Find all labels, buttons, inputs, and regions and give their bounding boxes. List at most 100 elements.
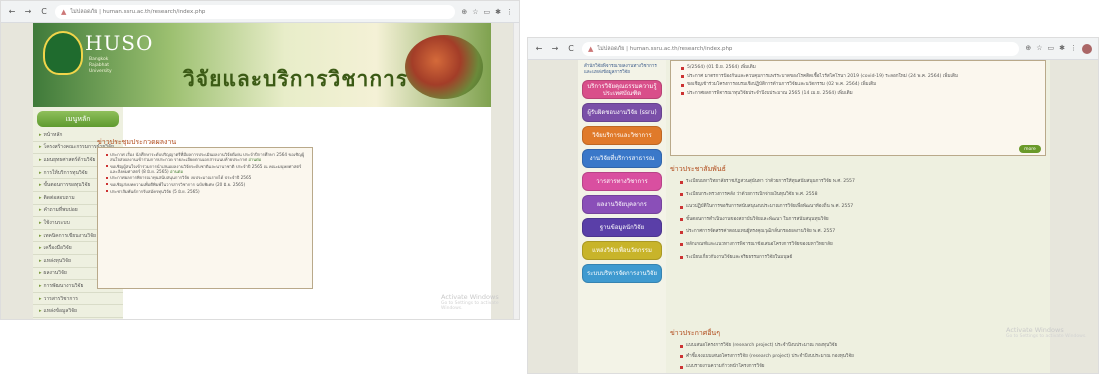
menu-button[interactable]: ผลงานวิจัยบุคลากร xyxy=(582,195,662,214)
news-text: ประกาศผลการพิจารณาทุนวิจัยประจำปีงบประมา… xyxy=(687,90,836,96)
news-item[interactable]: ประกาศผลการพิจารณาทุนวิจัยประจำปีงบประมา… xyxy=(681,91,1045,97)
news-text: ขอเชิญเข้าร่วมโครงการอบรมเชิงปฏิบัติการด… xyxy=(687,82,860,88)
activate-windows-watermark: Activate Windows Go to Settings to activ… xyxy=(1006,326,1087,339)
other-news-section: ข่าวประกาศอื่นๆ แบบเสนอโครงการวิจัย (res… xyxy=(670,328,1046,373)
watermark-subtitle: Go to Settings to activate Windows. xyxy=(441,301,499,311)
menu-button[interactable]: ระบบบริหารจัดการงานวิจัย xyxy=(582,264,662,283)
extension-icon[interactable]: ✱ xyxy=(1059,44,1065,54)
more-link[interactable]: เพิ่มเติม xyxy=(943,74,958,79)
reload-icon[interactable]: C xyxy=(39,7,49,17)
menu-button[interactable]: วิจัยบริการและวิชาการ xyxy=(582,126,662,145)
menu-item[interactable]: แหล่งข้อมูลวิจัย xyxy=(33,305,123,318)
star-icon[interactable]: ☆ xyxy=(1036,44,1042,54)
news-item[interactable]: ประกาศผลการพิจารณาทุนสนับสนุนการวิจัย งบ… xyxy=(106,175,307,180)
menu-button[interactable]: บริการวิจัยคุณธรรมความรู้ ประเทศบัณฑิต xyxy=(582,80,662,99)
news-item[interactable]: แบบรายงานความก้าวหน้าโครงการวิจัย xyxy=(680,364,1046,370)
more-link[interactable]: เพิ่มเติม xyxy=(837,91,852,96)
news-item[interactable]: ประกาศ มาตรการป้องกันและควบคุมการแพร่ระบ… xyxy=(681,74,1045,80)
address-bar[interactable]: ▲ ไม่ปลอดภัย | human.ssru.ac.th/research… xyxy=(582,41,1020,56)
more-button[interactable]: more xyxy=(1019,145,1041,153)
menu-icon[interactable]: ⋮ xyxy=(506,8,513,16)
news-text: ประกาศผลการพิจารณาทุนสนับสนุนการวิจัย งบ… xyxy=(110,175,252,181)
profile-avatar[interactable] xyxy=(1082,43,1092,54)
forward-icon[interactable]: → xyxy=(23,7,33,17)
warning-icon: ▲ xyxy=(588,44,594,53)
news-item[interactable]: 5/2564) (01 มิ.ย. 2564) เพิ่มเติม xyxy=(681,65,1045,71)
star-icon[interactable]: ☆ xyxy=(472,8,478,16)
announcement-item[interactable]: ประกาศการจัดสรรค่าตอบแทนผู้ทรงคุณวุฒิกลั… xyxy=(680,229,1046,235)
news-text: ขอเชิญส่งบทความเพื่อตีพิมพ์ในวารสารวิชาก… xyxy=(110,181,246,187)
warning-icon: ▲ xyxy=(61,7,67,16)
back-icon[interactable]: ← xyxy=(7,7,17,17)
news-item[interactable]: คำชี้แจงแบบเสนอโครงการวิจัย (research pr… xyxy=(680,354,1046,360)
zoom-icon[interactable]: ⊕ xyxy=(1025,44,1031,54)
reload-icon[interactable]: C xyxy=(566,44,576,54)
news-text: 5/2564) (01 มิ.ย. 2564) xyxy=(687,65,740,70)
address-bar[interactable]: ▲ ไม่ปลอดภัย | human.ssru.ac.th/research… xyxy=(55,4,456,19)
watermark-title: Activate Windows xyxy=(441,293,499,301)
menu-item[interactable]: วารสารวิชาการ xyxy=(33,293,123,306)
news-text: ขอเชิญผู้สนใจเข้าร่วมการนำเสนอผลงานวิจัย… xyxy=(110,163,302,174)
menu-button[interactable]: งานวิจัยที่บริการสาธารณ xyxy=(582,149,662,168)
scrollbar[interactable] xyxy=(513,23,519,319)
news-item[interactable]: แบบเสนอโครงการวิจัย (research project) ป… xyxy=(680,343,1046,349)
menu-heading: เมนูหลัก xyxy=(37,111,119,127)
news-item[interactable]: ประกาศ เรื่อง นักศึกษาระดับปริญญาตรีที่ม… xyxy=(106,152,307,162)
activate-windows-watermark: Activate Windows Go to Settings to activ… xyxy=(441,293,519,311)
website-page: สำนักวิจัยพิจารณาผลงานทางวิชาการ และแหล่… xyxy=(578,60,1050,373)
more-link[interactable]: เพิ่มเติม xyxy=(741,65,756,70)
banner-title: วิจัยและบริการวิชาการ xyxy=(183,66,409,91)
announcement-item[interactable]: ระเบียบมหาวิทยาลัยราชภัฏสวนสุนันทา ว่าด้… xyxy=(680,179,1046,185)
news-item[interactable]: ขอเชิญผู้สนใจเข้าร่วมการนำเสนอผลงานวิจัย… xyxy=(106,164,307,174)
back-icon[interactable]: ← xyxy=(534,44,544,54)
browser-toolbar: ← → C ▲ ไม่ปลอดภัย | human.ssru.ac.th/re… xyxy=(1,1,519,23)
menu-button[interactable]: ผู้รับผิดชอบงานวิจัย (ssru) xyxy=(582,103,662,122)
cast-icon[interactable]: ▭ xyxy=(1048,44,1055,54)
section-title: ข่าวประชาสัมพันธ์ xyxy=(670,165,726,173)
logo-subtitle: Bangkok Rajabhat University xyxy=(89,57,112,74)
news-box: ประกาศ เรื่อง นักศึกษาระดับปริญญาตรีที่ม… xyxy=(97,147,313,289)
watermark-title: Activate Windows xyxy=(1006,326,1064,334)
news-text: ประกาศ มาตรการป้องกันและควบคุมการแพร่ระบ… xyxy=(687,73,942,79)
page-margin xyxy=(491,23,515,319)
page-margin xyxy=(528,60,578,373)
section-title: ข่าวประกาศอื่นๆ xyxy=(670,329,720,337)
side-menu-note: สำนักวิจัยพิจารณาผลงานทางวิชาการ และแหล่… xyxy=(584,64,657,75)
read-more-link[interactable]: อ่านต่อ xyxy=(248,157,261,162)
left-screenshot: ← → C ▲ ไม่ปลอดภัย | human.ssru.ac.th/re… xyxy=(0,0,520,320)
university-logo[interactable] xyxy=(43,31,83,75)
read-more-link[interactable]: อ่านต่อ xyxy=(170,169,183,174)
news-text: ประชาสัมพันธ์การรับสมัครทุนวิจัย (5 มิ.ย… xyxy=(110,188,200,194)
announcement-item[interactable]: หลักเกณฑ์และแนวทางการพิจารณาข้อเสนอโครงก… xyxy=(680,242,1046,248)
announcement-item[interactable]: ขั้นตอนการดำเนินงานของสถาบันวิจัยและพัฒน… xyxy=(680,217,1046,223)
more-link[interactable]: เพิ่มเติม xyxy=(861,82,876,87)
announcement-item[interactable]: ระเบียบกระทรวงการคลัง ว่าด้วยการเบิกจ่าย… xyxy=(680,192,1046,198)
news-item[interactable]: ขอเชิญส่งบทความเพื่อตีพิมพ์ในวารสารวิชาก… xyxy=(106,182,307,187)
forward-icon[interactable]: → xyxy=(550,44,560,54)
news-item[interactable]: ขอเชิญเข้าร่วมโครงการอบรมเชิงปฏิบัติการด… xyxy=(681,82,1045,88)
url-text: ไม่ปลอดภัย | human.ssru.ac.th/research/i… xyxy=(70,8,206,15)
browser-toolbar: ← → C ▲ ไม่ปลอดภัย | human.ssru.ac.th/re… xyxy=(528,38,1098,60)
url-text: ไม่ปลอดภัย | human.ssru.ac.th/research/i… xyxy=(597,45,733,52)
banner-photo xyxy=(405,35,483,99)
top-news-box: 5/2564) (01 มิ.ย. 2564) เพิ่มเติม ประกาศ … xyxy=(670,60,1046,156)
menu-button[interactable]: วารสารทางวิชาการ xyxy=(582,172,662,191)
announcement-item[interactable]: ระเบียบเกี่ยวกับงานวิจัยและจริยธรรมการวิ… xyxy=(680,255,1046,261)
announcement-section: ข่าวประชาสัมพันธ์ ระเบียบมหาวิทยาลัยราชภ… xyxy=(670,164,1046,267)
site-banner: HUSO Bangkok Rajabhat University วิจัยแล… xyxy=(33,23,491,107)
watermark-subtitle: Go to Settings to activate Windows. xyxy=(1006,334,1087,339)
page-margin xyxy=(1,23,33,319)
cast-icon[interactable]: ▭ xyxy=(484,8,491,16)
extension-icon[interactable]: ✱ xyxy=(495,8,501,16)
news-text: ประกาศ เรื่อง นักศึกษาระดับปริญญาตรีที่ม… xyxy=(110,152,305,163)
menu-item[interactable]: การติดต่อหน่วยงาน xyxy=(33,318,123,319)
announcement-item[interactable]: แนวปฏิบัติในการขอรับการสนับสนุนงบประมาณก… xyxy=(680,204,1046,210)
menu-icon[interactable]: ⋮ xyxy=(1070,44,1077,54)
side-menu: สำนักวิจัยพิจารณาผลงานทางวิชาการ และแหล่… xyxy=(578,60,666,373)
zoom-icon[interactable]: ⊕ xyxy=(461,8,467,16)
menu-button[interactable]: แหล่งวิจัยเพื่อนวัตกรรม xyxy=(582,241,662,260)
news-item[interactable]: ประชาสัมพันธ์การรับสมัครทุนวิจัย (5 มิ.ย… xyxy=(106,189,307,194)
right-screenshot: ← → C ▲ ไม่ปลอดภัย | human.ssru.ac.th/re… xyxy=(527,37,1099,374)
logo-text: HUSO xyxy=(85,31,154,55)
menu-button[interactable]: ฐานข้อมูลนักวิจัย xyxy=(582,218,662,237)
